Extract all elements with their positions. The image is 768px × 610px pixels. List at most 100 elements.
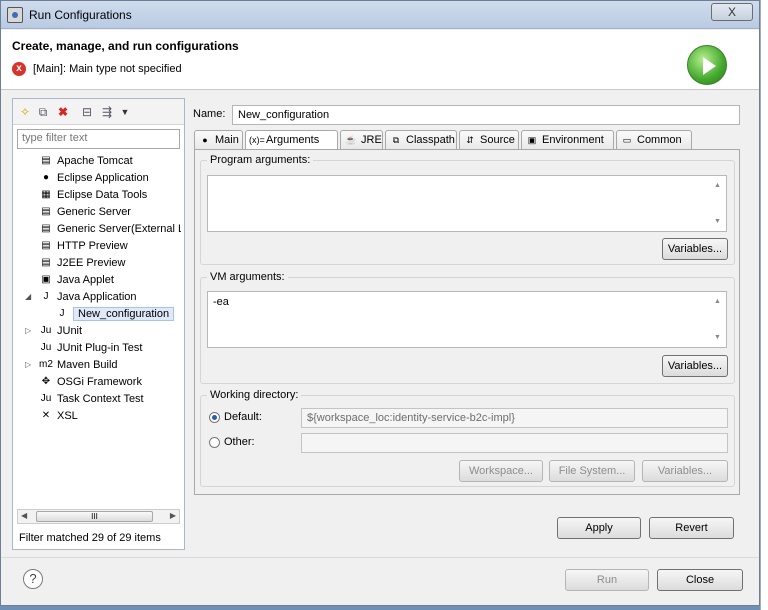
window-title: Run Configurations xyxy=(29,8,132,22)
file-system-button[interactable]: File System... xyxy=(549,460,635,482)
configurations-pane: ✧ ⧉ ✖ ⊟ ⇶ ▼ type filter text ▤ Apache Tom… xyxy=(12,98,185,550)
tree-item[interactable]: Ju JUnit Plug-in Test xyxy=(15,340,181,357)
java-app-icon: J xyxy=(59,308,65,319)
tab-classpath[interactable]: ⧉ Classpath xyxy=(385,130,457,150)
expanded-icon[interactable]: ◢ xyxy=(25,292,35,301)
tab-source[interactable]: ⇵ Source xyxy=(459,130,519,150)
common-tab-icon: ▭ xyxy=(622,135,632,145)
filter-icon[interactable]: ⇶ xyxy=(99,104,115,120)
tree-item[interactable]: Ju Task Context Test xyxy=(15,391,181,408)
arguments-tab-icon: (x)= xyxy=(249,135,265,145)
tree-item[interactable]: ✥ OSGi Framework xyxy=(15,374,181,391)
collapsed-icon[interactable]: ▷ xyxy=(25,326,35,335)
server-icon: ▤ xyxy=(41,223,51,234)
tree-item-label: Java Application xyxy=(57,291,137,303)
revert-button[interactable]: Revert xyxy=(649,517,734,539)
tree-item[interactable]: ▤ HTTP Preview xyxy=(15,238,181,255)
tree-item-label: Task Context Test xyxy=(57,393,144,405)
tab-jre[interactable]: ☕ JRE xyxy=(340,130,383,150)
program-args-input[interactable]: ▲ ▼ xyxy=(207,175,727,232)
workspace-button[interactable]: Workspace... xyxy=(459,460,543,482)
server-icon: ▤ xyxy=(41,155,51,166)
classpath-tab-icon: ⧉ xyxy=(392,135,400,145)
tab-main[interactable]: ● Main xyxy=(194,130,243,150)
default-dir-radio[interactable] xyxy=(209,412,220,423)
tab-label: Classpath xyxy=(406,134,455,146)
tree-item-label: JUnit Plug-in Test xyxy=(57,342,143,354)
tree-item[interactable]: ▦ Eclipse Data Tools xyxy=(15,187,181,204)
default-dir-field: ${workspace_loc:identity-service-b2c-imp… xyxy=(301,408,728,428)
vm-args-group: VM arguments: -ea ▲ ▼ Variables... xyxy=(200,271,735,384)
working-directory-group: Working directory: Default: ${workspace_… xyxy=(200,389,735,487)
new-config-icon[interactable]: ✧ xyxy=(17,104,33,120)
other-dir-radio[interactable] xyxy=(209,437,220,448)
tree-item-label: Generic Server(External L xyxy=(57,223,181,235)
run-button[interactable]: Run xyxy=(565,569,649,591)
collapse-all-icon[interactable]: ⊟ xyxy=(79,104,95,120)
tab-arguments[interactable]: (x)= Arguments xyxy=(245,130,338,151)
scroll-up-icon[interactable]: ▲ xyxy=(714,182,721,189)
apply-button[interactable]: Apply xyxy=(557,517,641,539)
vm-args-scrollbar[interactable]: ▲ ▼ xyxy=(710,292,726,347)
close-window-button[interactable]: X xyxy=(711,3,753,21)
tree-item-label: Generic Server xyxy=(57,206,131,218)
scroll-left-icon[interactable]: ◀ xyxy=(21,511,27,520)
tree-item[interactable]: J New_configuration xyxy=(15,306,181,323)
other-dir-field[interactable] xyxy=(301,433,728,453)
tree-item[interactable]: ▣ Java Applet xyxy=(15,272,181,289)
task-icon: Ju xyxy=(40,393,52,404)
tab-label: Environment xyxy=(542,134,604,146)
header-title: Create, manage, and run configurations xyxy=(12,39,239,53)
delete-icon[interactable]: ✖ xyxy=(55,104,71,120)
scroll-thumb[interactable]: III xyxy=(36,511,153,522)
arguments-panel: Program arguments: ▲ ▼ Variables... VM a… xyxy=(194,149,740,495)
working-directory-label: Working directory: xyxy=(207,389,302,401)
scroll-down-icon[interactable]: ▼ xyxy=(714,334,721,341)
vm-args-input[interactable]: -ea ▲ ▼ xyxy=(207,291,727,348)
tree-item-label: Apache Tomcat xyxy=(57,155,133,167)
tree-item[interactable]: ● Eclipse Application xyxy=(15,170,181,187)
view-menu-icon[interactable]: ▼ xyxy=(117,104,133,120)
default-dir-label: Default: xyxy=(224,411,262,423)
tab-environment[interactable]: ▣ Environment xyxy=(521,130,614,150)
tab-label: Arguments xyxy=(266,134,320,146)
filter-input[interactable]: type filter text xyxy=(17,129,180,149)
configurations-toolbar: ✧ ⧉ ✖ ⊟ ⇶ ▼ xyxy=(13,99,184,125)
tree-item[interactable]: ▤ Apache Tomcat xyxy=(15,153,181,170)
tree-item[interactable]: ▷ m2 Maven Build xyxy=(15,357,181,374)
tree-item[interactable]: ▷ Ju JUnit xyxy=(15,323,181,340)
jre-tab-icon: ☕ xyxy=(345,135,357,145)
tree-item[interactable]: ▤ Generic Server xyxy=(15,204,181,221)
eclipse-icon: ● xyxy=(42,172,50,183)
program-variables-button[interactable]: Variables... xyxy=(662,238,728,260)
tree-item-label: Maven Build xyxy=(57,359,118,371)
xsl-icon: ✕ xyxy=(41,410,51,421)
tree-item[interactable]: ✕ XSL xyxy=(15,408,181,425)
close-button[interactable]: Close xyxy=(657,569,743,591)
horizontal-scrollbar[interactable]: ◀ III ▶ xyxy=(17,509,180,524)
other-dir-label: Other: xyxy=(224,436,255,448)
tree-item[interactable]: ▤ J2EE Preview xyxy=(15,255,181,272)
tree-item[interactable]: ▤ Generic Server(External L xyxy=(15,221,181,238)
scroll-up-icon[interactable]: ▲ xyxy=(714,298,721,305)
vm-variables-button[interactable]: Variables... xyxy=(662,355,728,377)
tree-item-label: Eclipse Data Tools xyxy=(57,189,148,201)
program-args-scrollbar[interactable]: ▲ ▼ xyxy=(710,176,726,231)
error-icon: x xyxy=(12,62,26,76)
server-icon: ▤ xyxy=(41,206,51,217)
workdir-variables-button[interactable]: Variables... xyxy=(642,460,728,482)
tree-item-label: New_configuration xyxy=(73,307,175,321)
name-input[interactable]: New_configuration xyxy=(232,105,740,125)
junit-icon: Ju xyxy=(40,325,52,336)
background-window-edge xyxy=(760,0,768,610)
tab-common[interactable]: ▭ Common xyxy=(616,130,692,150)
help-icon[interactable]: ? xyxy=(23,569,43,589)
duplicate-icon[interactable]: ⧉ xyxy=(35,104,51,120)
tree-item[interactable]: ◢ J Java Application xyxy=(15,289,181,306)
tab-label: Source xyxy=(480,134,515,146)
collapsed-icon[interactable]: ▷ xyxy=(25,360,35,369)
tab-label: Common xyxy=(637,134,682,146)
scroll-down-icon[interactable]: ▼ xyxy=(714,218,721,225)
scroll-right-icon[interactable]: ▶ xyxy=(170,511,176,520)
dialog-header: Create, manage, and run configurations x… xyxy=(1,30,759,90)
